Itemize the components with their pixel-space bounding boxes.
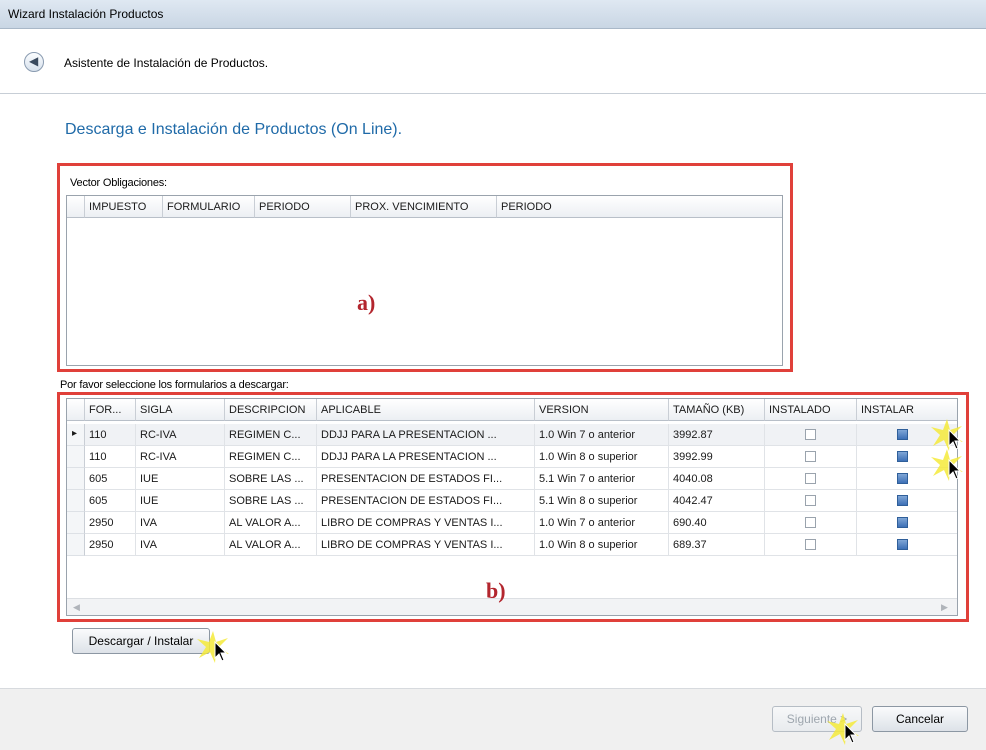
form-cell: 110 — [85, 446, 136, 468]
descripcion-cell: SOBRE LAS ... — [225, 468, 317, 490]
installed-checkbox[interactable] — [805, 495, 816, 506]
version-cell: 1.0 Win 8 o superior — [535, 534, 669, 556]
forms-col-sigla[interactable]: SIGLA — [136, 399, 225, 421]
install-checkbox[interactable] — [897, 451, 908, 462]
forms-col-descripcion[interactable]: DESCRIPCION — [225, 399, 317, 421]
row-header[interactable] — [67, 468, 85, 490]
install-checkbox[interactable] — [897, 473, 908, 484]
form-cell: 2950 — [85, 512, 136, 534]
size-cell: 4042.47 — [669, 490, 765, 512]
header-divider — [0, 93, 986, 94]
version-cell: 5.1 Win 8 o superior — [535, 490, 669, 512]
cancel-button[interactable]: Cancelar — [872, 706, 968, 732]
instalado-cell — [765, 490, 857, 512]
installed-checkbox[interactable] — [805, 429, 816, 440]
aplicable-cell: LIBRO DE COMPRAS Y VENTAS I... — [317, 512, 535, 534]
version-cell: 1.0 Win 7 o anterior — [535, 512, 669, 534]
current-row-icon: ▸ — [72, 428, 78, 439]
descripcion-cell: AL VALOR A... — [225, 512, 317, 534]
sigla-cell: IVA — [136, 512, 225, 534]
aplicable-cell: LIBRO DE COMPRAS Y VENTAS I... — [317, 534, 535, 556]
sigla-cell: RC-IVA — [136, 446, 225, 468]
forms-grid[interactable]: FOR... SIGLA DESCRIPCION APLICABLE VERSI… — [66, 398, 958, 616]
installed-checkbox[interactable] — [805, 539, 816, 550]
obligations-col-prox-vencimiento[interactable]: PROX. VENCIMIENTO — [351, 196, 497, 218]
obligations-label: Vector Obligaciones: — [70, 177, 167, 189]
obligations-col-impuesto[interactable]: IMPUESTO — [85, 196, 163, 218]
installed-checkbox[interactable] — [805, 473, 816, 484]
aplicable-cell: DDJJ PARA LA PRESENTACION ... — [317, 446, 535, 468]
forms-rowheader-corner — [67, 399, 85, 421]
install-checkbox[interactable] — [897, 495, 908, 506]
version-cell: 1.0 Win 8 o superior — [535, 446, 669, 468]
instalado-cell — [765, 446, 857, 468]
row-header[interactable] — [67, 534, 85, 556]
size-cell: 3992.87 — [669, 424, 765, 446]
sigla-cell: IVA — [136, 534, 225, 556]
instalado-cell — [765, 534, 857, 556]
sigla-cell: IUE — [136, 490, 225, 512]
install-checkbox[interactable] — [897, 429, 908, 440]
highlight-cursor-icon — [197, 631, 229, 663]
instalado-cell — [765, 468, 857, 490]
obligations-col-formulario[interactable]: FORMULARIO — [163, 196, 255, 218]
forms-col-version[interactable]: VERSION — [535, 399, 669, 421]
installed-checkbox[interactable] — [805, 517, 816, 528]
descripcion-cell: REGIMEN C... — [225, 424, 317, 446]
aplicable-cell: PRESENTACION DE ESTADOS FI... — [317, 468, 535, 490]
version-cell: 1.0 Win 7 o anterior — [535, 424, 669, 446]
descripcion-cell: SOBRE LAS ... — [225, 490, 317, 512]
descripcion-cell: AL VALOR A... — [225, 534, 317, 556]
sigla-cell: RC-IVA — [136, 424, 225, 446]
window-title: Wizard Instalación Productos — [8, 7, 164, 21]
size-cell: 689.37 — [669, 534, 765, 556]
row-header[interactable] — [67, 512, 85, 534]
download-install-button[interactable]: Descargar / Instalar — [72, 628, 210, 654]
annotation-a: a) — [357, 290, 376, 315]
window-titlebar: Wizard Instalación Productos — [0, 0, 986, 29]
install-checkbox[interactable] — [897, 539, 908, 550]
page-title: Descarga e Instalación de Productos (On … — [65, 121, 403, 138]
scroll-right-icon[interactable]: ▶ — [941, 602, 948, 613]
wizard-header-text: Asistente de Instalación de Productos. — [64, 56, 269, 70]
form-cell: 605 — [85, 468, 136, 490]
aplicable-cell: PRESENTACION DE ESTADOS FI... — [317, 490, 535, 512]
forms-col-instalado[interactable]: INSTALADO — [765, 399, 857, 421]
obligations-rowheader-corner — [67, 196, 85, 218]
size-cell: 690.40 — [669, 512, 765, 534]
instalado-cell — [765, 424, 857, 446]
instalado-cell — [765, 512, 857, 534]
install-cell — [857, 512, 957, 534]
aplicable-cell: DDJJ PARA LA PRESENTACION ... — [317, 424, 535, 446]
horizontal-scrollbar[interactable]: ◀ ▶ — [67, 598, 957, 615]
form-cell: 605 — [85, 490, 136, 512]
form-cell: 2950 — [85, 534, 136, 556]
sigla-cell: IUE — [136, 468, 225, 490]
version-cell: 5.1 Win 7 o anterior — [535, 468, 669, 490]
scroll-left-icon[interactable]: ◀ — [73, 602, 80, 613]
install-cell — [857, 534, 957, 556]
descripcion-cell: REGIMEN C... — [225, 446, 317, 468]
forms-col-formulario[interactable]: FOR... — [85, 399, 136, 421]
form-cell: 110 — [85, 424, 136, 446]
obligations-col-periodo[interactable]: PERIODO — [255, 196, 351, 218]
highlight-cursor-icon — [827, 713, 859, 745]
installed-checkbox[interactable] — [805, 451, 816, 462]
forms-label: Por favor seleccione los formularios a d… — [60, 379, 289, 391]
forms-col-tamano[interactable]: TAMAÑO (KB) — [669, 399, 765, 421]
row-header[interactable] — [67, 446, 85, 468]
forms-col-aplicable[interactable]: APLICABLE — [317, 399, 535, 421]
obligations-col-periodo-2[interactable]: PERIODO — [497, 196, 782, 218]
install-cell — [857, 490, 957, 512]
size-cell: 4040.08 — [669, 468, 765, 490]
annotation-b: b) — [486, 578, 506, 603]
row-header[interactable]: ▸ — [67, 424, 85, 446]
size-cell: 3992.99 — [669, 446, 765, 468]
row-header[interactable] — [67, 490, 85, 512]
highlight-cursor-icon — [931, 419, 963, 451]
back-arrow-icon[interactable]: ◀ — [24, 52, 44, 72]
obligations-grid[interactable]: IMPUESTO FORMULARIO PERIODO PROX. VENCIM… — [66, 195, 783, 366]
highlight-cursor-icon — [931, 449, 963, 481]
install-checkbox[interactable] — [897, 517, 908, 528]
